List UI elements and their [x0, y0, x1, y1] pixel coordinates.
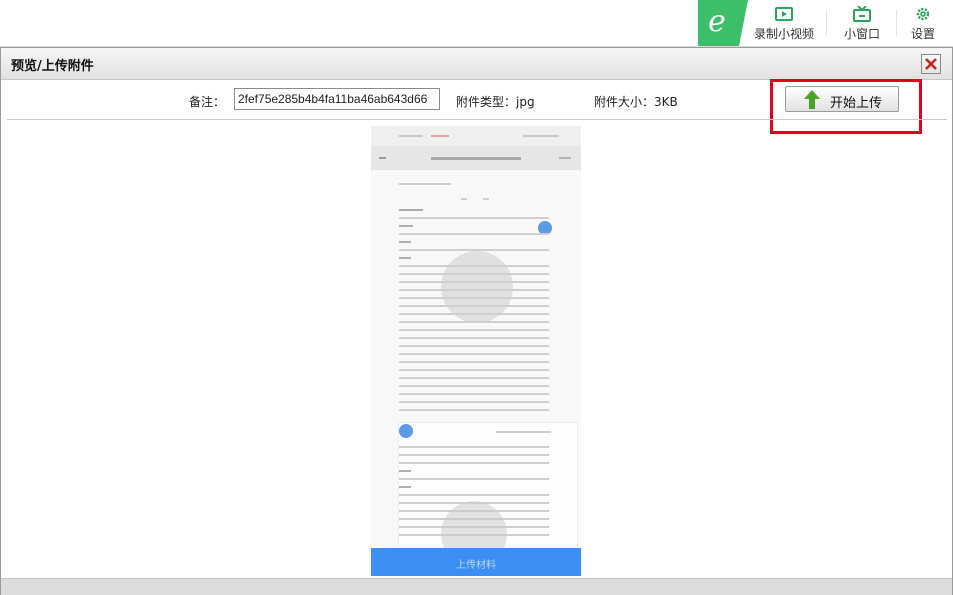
preview-text-line — [431, 135, 449, 137]
preview-text-line — [399, 361, 549, 363]
preview-text-line — [399, 494, 549, 496]
dialog-bottom-bar — [1, 578, 952, 595]
gear-icon — [916, 7, 930, 21]
preview-text-line — [399, 486, 411, 488]
close-icon — [925, 58, 937, 70]
note-input[interactable]: 2fef75e285b4b4fa11ba46ab643d66 — [234, 88, 440, 110]
preview-text-line — [399, 329, 549, 331]
preview-text-line — [399, 409, 549, 411]
highlight-box — [770, 79, 922, 134]
preview-text-line — [399, 265, 549, 267]
preview-text-line — [399, 377, 549, 379]
preview-text-line — [399, 281, 549, 283]
preview-text-line — [399, 337, 549, 339]
preview-text-line — [496, 431, 551, 433]
app-logo-letter: e — [708, 4, 726, 39]
preview-submit-bar: 上传材料 — [371, 548, 581, 576]
preview-text-line — [399, 369, 549, 371]
preview-text-line — [399, 478, 549, 480]
preview-text-line — [399, 241, 411, 243]
video-record-icon — [775, 7, 793, 21]
settings-button[interactable]: 设置 — [906, 4, 940, 42]
tv-window-icon — [853, 6, 871, 22]
preview-text-line — [399, 313, 549, 315]
preview-text-line — [399, 321, 549, 323]
preview-text-line — [399, 273, 549, 275]
file-type-text: 附件类型：jpg — [456, 95, 535, 109]
preview-text-line — [399, 289, 549, 291]
close-button[interactable] — [921, 54, 941, 74]
note-label: 备注： — [189, 95, 226, 109]
preview-text-line — [399, 470, 411, 472]
toolbar-divider — [896, 10, 897, 36]
preview-text-line — [399, 297, 549, 299]
preview-text-line — [399, 353, 549, 355]
preview-text-line — [483, 198, 489, 200]
preview-text-line — [399, 454, 549, 456]
preview-upload-dialog: 预览/上传附件 备注： 2fef75e285b4b4fa11ba46ab643d… — [0, 47, 953, 595]
file-size-text: 附件大小：3KB — [594, 95, 678, 109]
attachment-preview-image: 上传材料 — [371, 126, 581, 576]
preview-submit-text: 上传材料 — [456, 560, 496, 571]
preview-text-line — [461, 198, 467, 200]
preview-text-line — [399, 217, 549, 219]
preview-text-line — [399, 183, 451, 185]
preview-text-line — [431, 157, 521, 160]
settings-label: 设置 — [910, 27, 935, 41]
preview-text-line — [399, 305, 549, 307]
preview-text-line — [399, 249, 549, 251]
preview-text-line — [399, 385, 549, 387]
preview-text-line — [399, 233, 549, 235]
record-video-label: 录制小视频 — [753, 27, 814, 41]
divider — [7, 119, 947, 120]
preview-text-line — [399, 446, 549, 448]
preview-text-line — [523, 135, 559, 137]
preview-text-line — [399, 462, 549, 464]
preview-text-line — [399, 257, 411, 259]
preview-text-line — [399, 135, 423, 137]
preview-badge — [399, 424, 413, 438]
record-video-button[interactable]: 录制小视频 — [752, 4, 816, 42]
preview-text-line — [399, 225, 413, 227]
small-window-label: 小窗口 — [843, 27, 880, 41]
preview-text-line — [399, 393, 549, 395]
preview-text-line — [559, 157, 571, 159]
preview-text-line — [399, 209, 423, 211]
dialog-title: 预览/上传附件 — [11, 59, 94, 74]
toolbar-divider — [826, 10, 827, 36]
preview-text-line — [399, 345, 549, 347]
small-window-button[interactable]: 小窗口 — [838, 4, 886, 42]
preview-text-line — [379, 157, 386, 159]
dialog-titlebar: 预览/上传附件 — [1, 48, 952, 80]
preview-text-line — [399, 401, 549, 403]
top-toolbar: e 录制小视频 小窗口 设置 — [0, 0, 953, 47]
